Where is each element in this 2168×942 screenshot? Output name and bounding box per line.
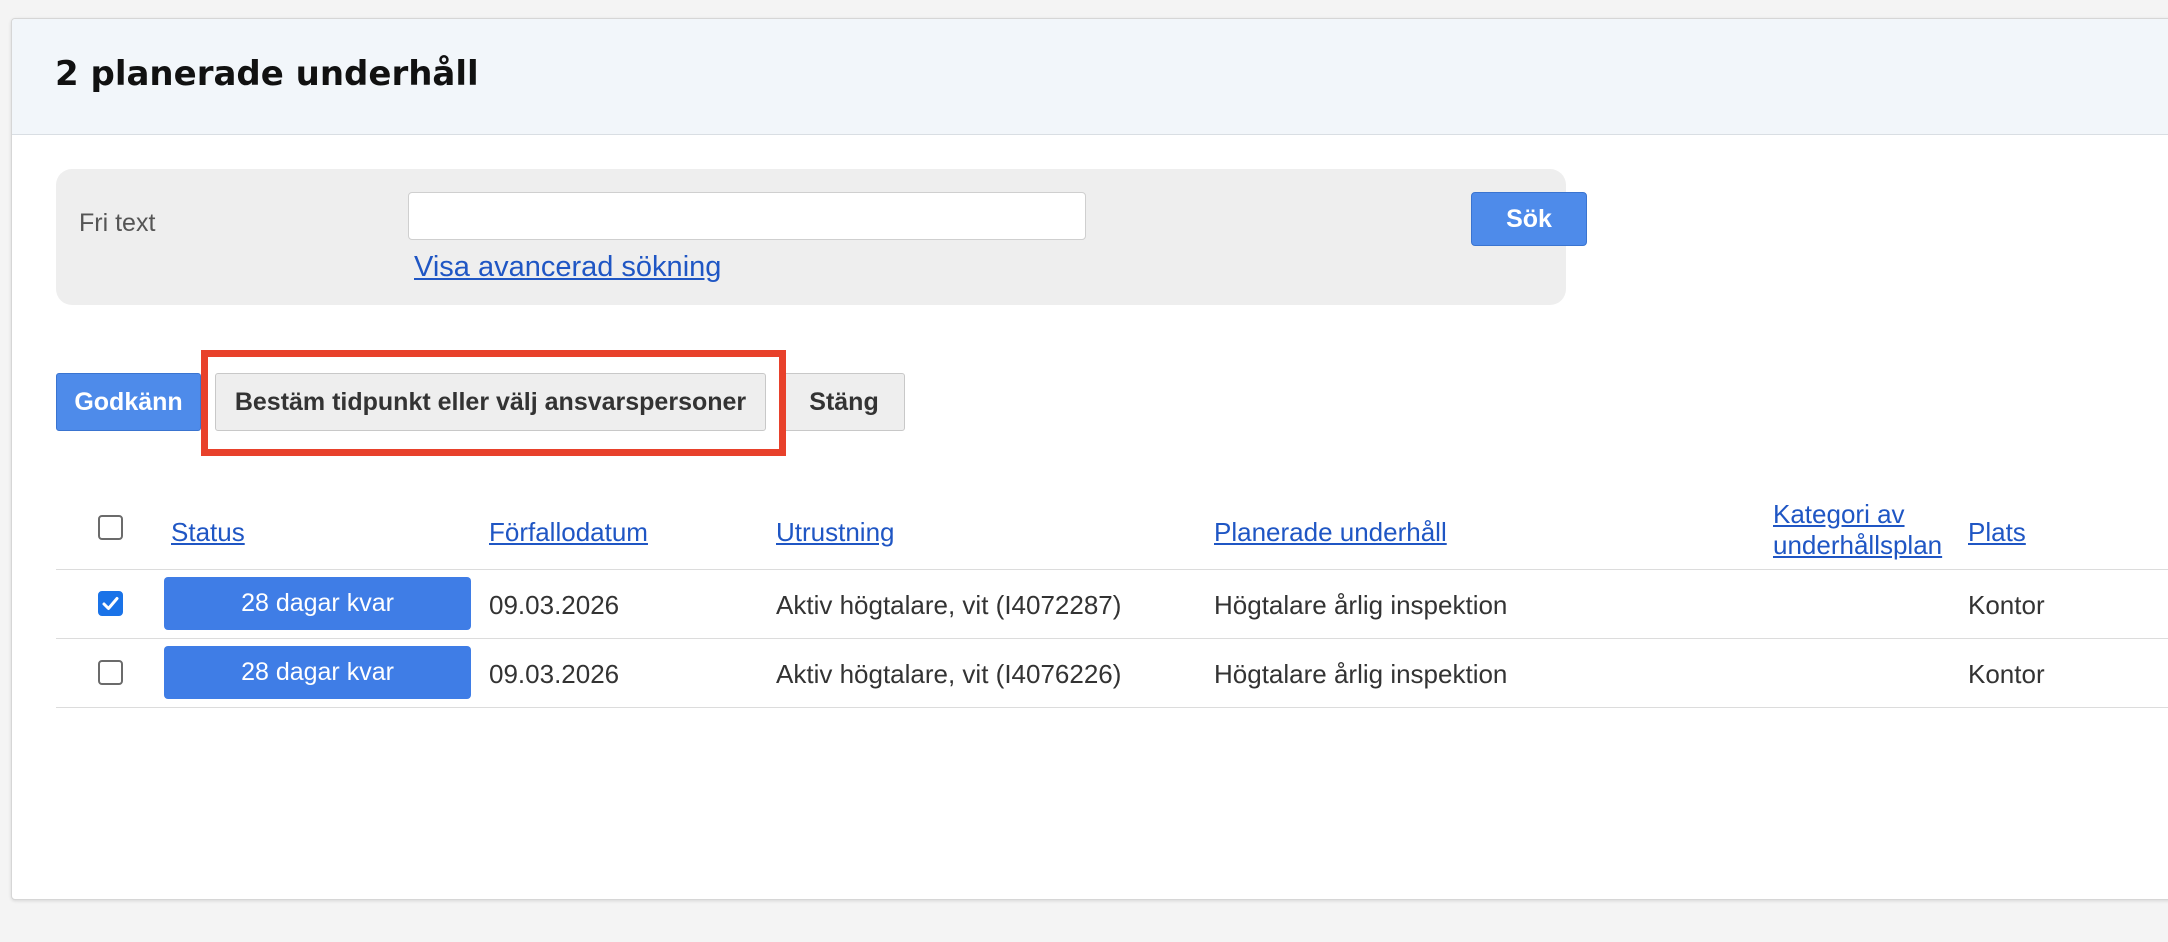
column-header-planned-maintenance[interactable]: Planerade underhåll xyxy=(1214,517,1447,548)
table-row: 28 dagar kvar 09.03.2026 Aktiv högtalare… xyxy=(56,639,2168,708)
location-cell: Kontor xyxy=(1968,659,2045,689)
equipment-cell: Aktiv högtalare, vit (I4076226) xyxy=(776,659,1122,689)
select-all-checkbox[interactable] xyxy=(98,515,123,540)
search-box: Fri text Sök Visa avancerad sökning xyxy=(56,169,1587,305)
approve-button[interactable]: Godkänn xyxy=(56,373,201,431)
column-header-equipment[interactable]: Utrustning xyxy=(776,517,895,548)
panel-header: 2 planerade underhåll xyxy=(12,19,2168,135)
column-header-due-date[interactable]: Förfallodatum xyxy=(489,517,648,548)
column-header-category[interactable]: Kategori av underhållsplan xyxy=(1773,499,1942,561)
maintenance-panel: 2 planerade underhåll Fri text Sök Visa … xyxy=(11,18,2168,900)
advanced-search-link[interactable]: Visa avancerad sökning xyxy=(414,251,721,284)
table-row: 28 dagar kvar 09.03.2026 Aktiv högtalare… xyxy=(56,570,2168,639)
checkmark-icon xyxy=(102,597,119,610)
equipment-cell: Aktiv högtalare, vit (I4072287) xyxy=(776,590,1122,620)
planned-maintenance-cell: Högtalare årlig inspektion xyxy=(1214,659,1508,689)
close-button[interactable]: Stäng xyxy=(783,373,905,431)
search-label: Fri text xyxy=(79,209,156,237)
column-header-category-line2: underhållsplan xyxy=(1773,530,1943,560)
location-cell: Kontor xyxy=(1968,590,2045,620)
column-header-status[interactable]: Status xyxy=(171,517,245,548)
page-title: 2 planerade underhåll xyxy=(55,54,479,94)
status-badge[interactable]: 28 dagar kvar xyxy=(164,646,471,699)
row-checkbox[interactable] xyxy=(98,660,123,685)
due-date-cell: 09.03.2026 xyxy=(489,590,620,620)
column-header-location[interactable]: Plats xyxy=(1968,517,2026,548)
status-badge[interactable]: 28 dagar kvar xyxy=(164,577,471,630)
row-checkbox[interactable] xyxy=(98,591,123,616)
due-date-cell: 09.03.2026 xyxy=(489,659,620,689)
search-input[interactable] xyxy=(408,192,1086,240)
search-button[interactable]: Sök xyxy=(1471,192,1587,246)
column-header-category-line1: Kategori av xyxy=(1773,499,1905,529)
schedule-button[interactable]: Bestäm tidpunkt eller välj ansvarsperson… xyxy=(215,373,766,431)
planned-maintenance-cell: Högtalare årlig inspektion xyxy=(1214,590,1508,620)
table-header: Status Förfallodatum Utrustning Planerad… xyxy=(56,479,2168,570)
